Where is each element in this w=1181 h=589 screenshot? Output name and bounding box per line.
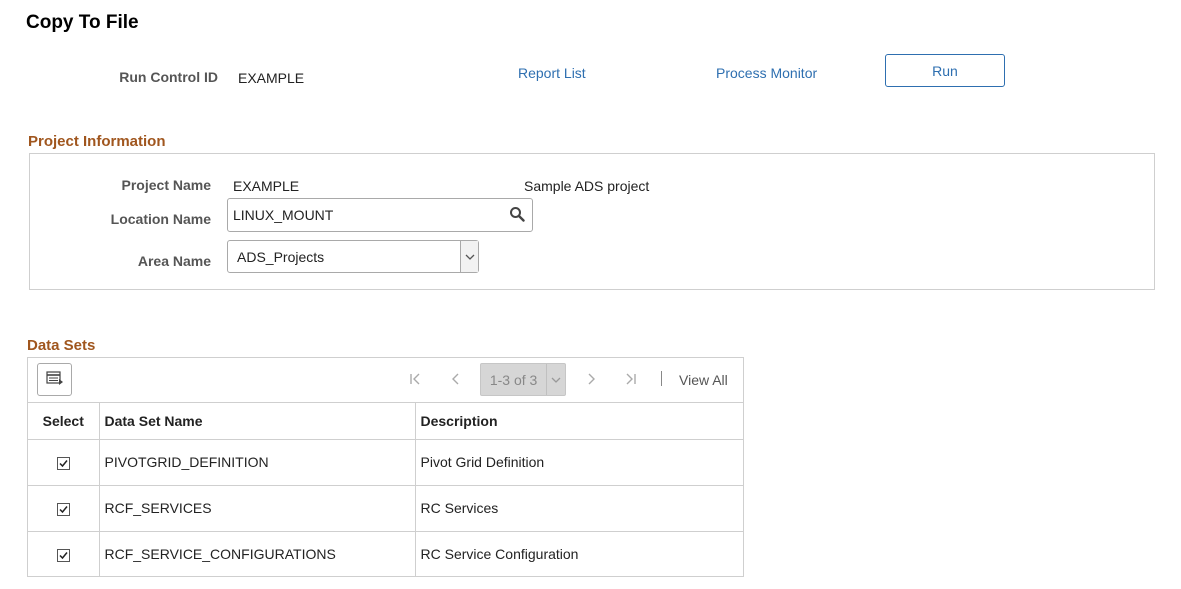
data-sets-grid: 1-3 of 3 View All Select Data Set Name D… (27, 357, 744, 577)
data-set-name-cell: RCF_SERVICE_CONFIGURATIONS (99, 531, 416, 577)
location-name-label: Location Name (110, 211, 211, 227)
column-header-select[interactable]: Select (28, 403, 100, 440)
select-checkbox[interactable] (56, 502, 70, 516)
table-row: PIVOTGRID_DEFINITION Pivot Grid Definiti… (28, 439, 743, 486)
project-information-title: Project Information (28, 133, 166, 150)
toolbar-divider (661, 371, 662, 386)
location-name-value: LINUX_MOUNT (233, 207, 334, 223)
select-cell (28, 485, 100, 532)
select-checkbox[interactable] (56, 549, 70, 563)
chevron-down-icon[interactable] (460, 241, 478, 272)
table-row: RCF_SERVICES RC Services (28, 485, 743, 532)
report-list-link[interactable]: Report List (518, 65, 586, 81)
search-icon[interactable] (509, 206, 525, 222)
select-cell (28, 439, 100, 486)
description-cell: RC Service Configuration (420, 546, 579, 563)
area-name-select[interactable]: ADS_Projects (227, 240, 479, 273)
description-cell: RC Services (415, 485, 743, 532)
select-cell (28, 531, 100, 577)
table-row: RCF_SERVICE_CONFIGURATIONS RC Service Co… (28, 531, 743, 577)
area-name-label: Area Name (137, 253, 211, 269)
data-sets-title: Data Sets (27, 337, 96, 354)
project-description: Sample ADS project (524, 178, 650, 194)
project-name-value: EXAMPLE (233, 178, 300, 194)
column-header-data-set-name[interactable]: Data Set Name (99, 403, 416, 440)
check-icon (59, 459, 68, 467)
location-name-field[interactable]: LINUX_MOUNT (227, 198, 533, 232)
description-cell: Pivot Grid Definition (415, 439, 743, 486)
data-set-name-cell: RCF_SERVICES (99, 485, 416, 532)
run-control-value: EXAMPLE (238, 70, 305, 86)
grid-toolbar: 1-3 of 3 View All (28, 358, 743, 403)
last-page-icon[interactable] (624, 372, 638, 386)
page-range-text: 1-3 of 3 (489, 371, 538, 388)
area-name-value: ADS_Projects (237, 248, 325, 265)
select-checkbox[interactable] (56, 456, 70, 470)
column-header-description[interactable]: Description (415, 403, 743, 440)
data-sets-table: Select Data Set Name Description PIVOTGR… (28, 403, 743, 577)
next-page-icon[interactable] (584, 372, 598, 386)
table-header-row: Select Data Set Name Description (28, 403, 743, 440)
page-range-dropdown[interactable]: 1-3 of 3 (480, 363, 566, 396)
project-name-label: Project Name (121, 177, 211, 193)
view-all-link[interactable]: View All (679, 372, 728, 388)
previous-page-icon[interactable] (449, 372, 463, 386)
run-control-label: Run Control ID (119, 69, 218, 85)
first-page-icon[interactable] (408, 372, 422, 386)
grid-personalize-icon (45, 370, 64, 389)
check-icon (59, 505, 68, 513)
page-title: Copy To File (26, 12, 139, 33)
data-set-name-cell: PIVOTGRID_DEFINITION (99, 439, 416, 486)
check-icon (59, 552, 68, 560)
process-monitor-link[interactable]: Process Monitor (716, 65, 817, 81)
chevron-down-icon (546, 364, 565, 395)
grid-personalize-button[interactable] (37, 363, 72, 396)
run-button[interactable]: Run (885, 54, 1005, 87)
